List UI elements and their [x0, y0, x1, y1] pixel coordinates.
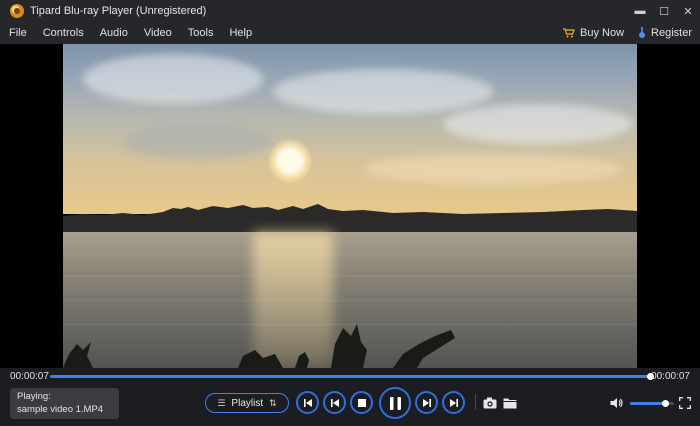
mute-button[interactable] [610, 396, 624, 414]
playlist-order-icon: ⇅ [269, 397, 277, 408]
playlist-button[interactable]: ☰ Playlist ⇅ [205, 393, 289, 413]
maximize-icon: ☐ [659, 5, 669, 18]
rewind-icon [330, 398, 339, 407]
now-playing-file: sample video 1.MP4 [17, 404, 104, 415]
menu-controls[interactable]: Controls [35, 22, 92, 44]
close-icon: ✕ [683, 5, 693, 18]
fast-forward-icon [422, 398, 431, 407]
control-divider [475, 394, 476, 410]
previous-button[interactable] [296, 391, 319, 414]
open-file-button[interactable] [503, 396, 517, 414]
speaker-icon [610, 398, 623, 408]
video-cloud [83, 54, 263, 104]
fullscreen-button[interactable] [679, 396, 691, 414]
video-ripple [63, 254, 637, 255]
volume-slider-fill [630, 402, 666, 405]
video-ripple [63, 300, 637, 301]
video-cloud [363, 154, 623, 184]
stop-button[interactable] [350, 391, 373, 414]
now-playing-label: Playing: [17, 391, 51, 402]
pause-button[interactable] [379, 387, 411, 419]
seek-bar[interactable] [50, 373, 654, 380]
volume-slider[interactable] [630, 400, 674, 407]
register-button[interactable]: Register [638, 27, 692, 39]
fullscreen-icon [679, 397, 691, 409]
folder-icon [503, 398, 517, 409]
buy-now-button[interactable]: Buy Now [563, 27, 624, 39]
menu-file[interactable]: File [0, 22, 35, 44]
volume-slider-handle[interactable] [662, 400, 670, 407]
now-playing-box: Playing: sample video 1.MP4 [10, 388, 119, 419]
cart-icon [563, 28, 575, 38]
buy-now-label: Buy Now [580, 27, 625, 39]
rewind-button[interactable] [323, 391, 346, 414]
maximize-button[interactable]: ☐ [652, 0, 676, 22]
title-bar: Tipard Blu-ray Player (Unregistered) ▬ ☐… [0, 0, 700, 22]
window-controls: ▬ ☐ ✕ [628, 0, 700, 22]
video-cloud [443, 104, 633, 144]
key-icon [638, 27, 646, 39]
stop-icon [357, 398, 366, 407]
app-logo-icon [10, 4, 24, 18]
playlist-label: Playlist [231, 397, 264, 409]
total-time: 00:00:07 [651, 371, 690, 382]
menu-tools[interactable]: Tools [180, 22, 222, 44]
snapshot-button[interactable] [483, 396, 497, 414]
minimize-icon: ▬ [634, 5, 646, 17]
register-label: Register [651, 27, 692, 39]
video-frame[interactable] [63, 44, 637, 368]
camera-icon [483, 397, 497, 409]
video-cloud [123, 124, 273, 159]
seek-bar-fill [50, 375, 650, 378]
control-bar: Playing: sample video 1.MP4 ☰ Playlist ⇅ [0, 385, 700, 426]
video-foreground-plants [63, 324, 455, 368]
video-ripple [63, 276, 637, 277]
menu-video[interactable]: Video [136, 22, 180, 44]
fast-forward-button[interactable] [415, 391, 438, 414]
video-cloud [273, 69, 493, 114]
pause-icon [389, 396, 401, 410]
menu-audio[interactable]: Audio [92, 22, 136, 44]
skip-next-icon [449, 398, 458, 407]
video-sun [268, 139, 312, 183]
menu-help[interactable]: Help [221, 22, 260, 44]
window-title: Tipard Blu-ray Player (Unregistered) [30, 5, 207, 17]
current-time: 00:00:07 [10, 371, 49, 382]
menu-bar: File Controls Audio Video Tools Help Buy… [0, 22, 700, 44]
list-icon: ☰ [217, 397, 226, 408]
progress-row: 00:00:07 00:00:07 [0, 368, 700, 385]
video-skyline [63, 204, 637, 234]
next-button[interactable] [442, 391, 465, 414]
video-area[interactable] [0, 44, 700, 368]
close-button[interactable]: ✕ [676, 0, 700, 22]
skip-previous-icon [303, 398, 312, 407]
minimize-button[interactable]: ▬ [628, 0, 652, 22]
